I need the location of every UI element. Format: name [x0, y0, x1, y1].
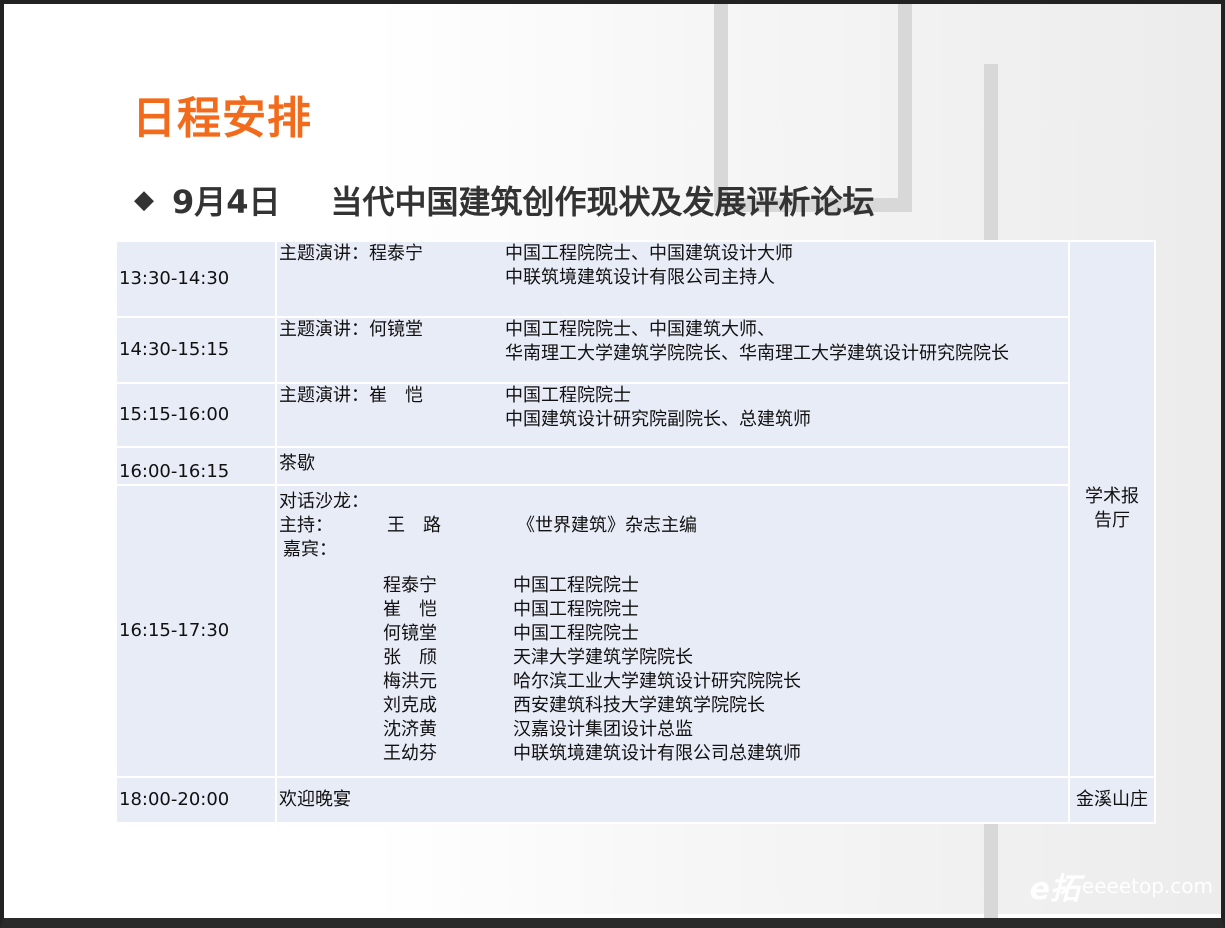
time-cell: 16:15-17:30	[115, 484, 277, 778]
table-row: 15:15-16:00 主题演讲：崔 恺 中国工程院院士 中国建筑设计研究院副院长…	[115, 382, 1155, 448]
schedule-table: 13:30-14:30 主题演讲：程泰宁 中国工程院院士、中国建筑设计大师 中联筑…	[115, 240, 1156, 824]
speaker-title: 华南理工大学建筑学院院长、华南理工大学建筑设计研究院院长	[505, 343, 1009, 364]
section-date: 9月4日	[172, 183, 281, 221]
guest-name: 张 颀	[383, 647, 437, 668]
topic-cell: 主题演讲：崔 恺 中国工程院院士 中国建筑设计研究院副院长、总建筑师	[275, 382, 1070, 448]
table-row: 16:00-16:15 茶歇	[115, 446, 1155, 486]
break-cell: 茶歇	[275, 446, 1070, 486]
guest-name: 程泰宁	[383, 575, 437, 596]
logo-mark: e拓	[1029, 872, 1080, 907]
time-cell: 14:30-15:15	[115, 316, 277, 384]
guests-label: 嘉宾：	[283, 539, 337, 560]
guest-name: 梅洪元	[383, 671, 437, 692]
host-desc: 《世界建筑》杂志主编	[517, 515, 697, 536]
host-label: 主持：	[279, 515, 333, 536]
speaker-title: 中联筑境建筑设计有限公司主持人	[505, 267, 775, 288]
speaker-title: 中国建筑设计研究院副院长、总建筑师	[505, 409, 811, 430]
speaker-label: 主题演讲：程泰宁	[279, 243, 423, 264]
list-item: 王幼芬 中联筑境建筑设计有限公司总建筑师	[279, 742, 1066, 766]
speaker-label: 主题演讲：崔 恺	[279, 385, 423, 406]
table-row: 16:15-17:30 对话沙龙： 主持： 王 路 《世界建筑》杂志主编 嘉宾：…	[115, 484, 1155, 778]
guest-desc: 中国工程院院士	[513, 575, 639, 596]
list-item: 张 颀 天津大学建筑学院院长	[279, 646, 1066, 670]
table-row: 13:30-14:30 主题演讲：程泰宁 中国工程院院士、中国建筑设计大师 中联筑…	[115, 240, 1156, 778]
list-item: 何镜堂 中国工程院院士	[279, 622, 1066, 646]
time-cell: 18:00-20:00	[115, 776, 277, 824]
speaker-title: 中国工程院院士	[505, 385, 631, 406]
watermark-logo: e拓 eeeetop.com	[1030, 864, 1213, 908]
logo-site: eeeetop.com	[1081, 874, 1213, 898]
topic-cell: 主题演讲：何镜堂 中国工程院院士、中国建筑大师、 华南理工大学建筑学院院长、华南理…	[275, 316, 1070, 384]
guest-desc: 汉嘉设计集团设计总监	[513, 719, 693, 740]
salon-cell: 对话沙龙： 主持： 王 路 《世界建筑》杂志主编 嘉宾： 程泰宁 中国工程院院士 …	[275, 484, 1070, 778]
speaker-label: 主题演讲：何镜堂	[279, 319, 423, 340]
diamond-bullet-icon: ◆	[134, 185, 154, 215]
list-item: 刘克成 西安建筑科技大学建筑学院院长	[279, 694, 1066, 718]
guest-desc: 天津大学建筑学院院长	[513, 647, 693, 668]
list-item: 程泰宁 中国工程院院士	[279, 574, 1066, 598]
guest-desc: 中国工程院院士	[513, 623, 639, 644]
section-heading: ◆ 9月4日 当代中国建筑创作现状及发展评析论坛	[134, 177, 875, 223]
dinner-cell: 欢迎晚宴	[275, 776, 1070, 824]
salon-heading: 对话沙龙：	[279, 491, 369, 512]
guest-desc: 中国工程院院士	[513, 599, 639, 620]
page-title: 日程安排	[132, 93, 312, 144]
guest-desc: 哈尔滨工业大学建筑设计研究院院长	[513, 671, 801, 692]
venue-label: 学术报告厅	[1085, 486, 1139, 531]
guest-name: 何镜堂	[383, 623, 437, 644]
slide: 日程安排 ◆ 9月4日 当代中国建筑创作现状及发展评析论坛 13:30-14:3…	[0, 0, 1225, 928]
list-item: 沈济黄 汉嘉设计集团设计总监	[279, 718, 1066, 742]
table-row: 14:30-15:15 主题演讲：何镜堂 中国工程院院士、中国建筑大师、 华南理工…	[115, 316, 1155, 384]
list-item: 梅洪元 哈尔滨工业大学建筑设计研究院院长	[279, 670, 1066, 694]
time-cell: 16:00-16:15	[115, 446, 277, 486]
venue-cell: 学术报告厅	[1068, 240, 1156, 778]
host-name: 王 路	[387, 515, 441, 536]
speaker-title: 中国工程院院士、中国建筑设计大师	[505, 243, 793, 264]
speaker-title: 中国工程院院士、中国建筑大师、	[505, 319, 775, 340]
list-item: 崔 恺 中国工程院院士	[279, 598, 1066, 622]
guest-name: 王幼芬	[383, 743, 437, 764]
guest-name: 沈济黄	[383, 719, 437, 740]
forum-title: 当代中国建筑创作现状及发展评析论坛	[330, 183, 875, 221]
table-row: 18:00-20:00 欢迎晚宴 金溪山庄	[115, 776, 1156, 824]
guest-name: 崔 恺	[383, 599, 437, 620]
time-cell: 15:15-16:00	[115, 382, 277, 448]
venue-cell: 金溪山庄	[1068, 776, 1156, 824]
topic-cell: 主题演讲：程泰宁 中国工程院院士、中国建筑设计大师 中联筑境建筑设计有限公司主持人	[275, 240, 1070, 318]
guest-name: 刘克成	[383, 695, 437, 716]
guest-desc: 中联筑境建筑设计有限公司总建筑师	[513, 743, 801, 764]
time-cell: 13:30-14:30	[115, 240, 277, 318]
guest-desc: 西安建筑科技大学建筑学院院长	[513, 695, 765, 716]
